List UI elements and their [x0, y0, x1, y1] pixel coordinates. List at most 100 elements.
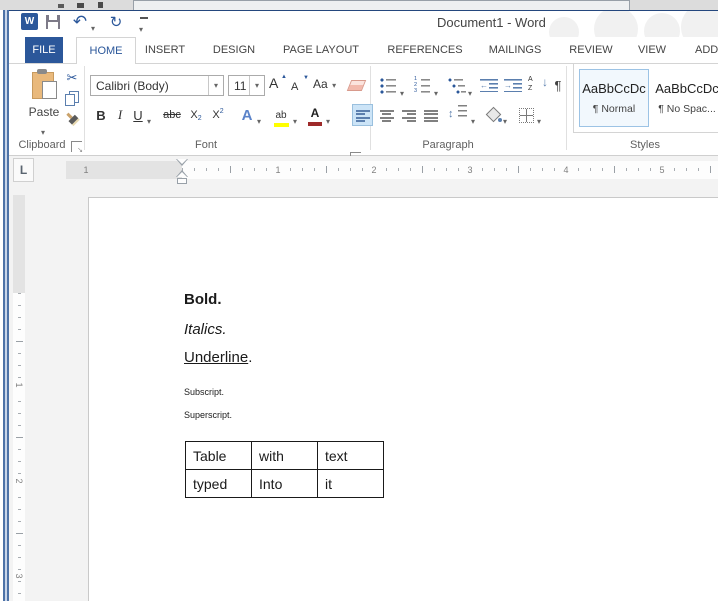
borders-caret[interactable] [537, 111, 541, 129]
tab-mailings[interactable]: MAILINGS [489, 44, 542, 56]
tab-page-layout[interactable]: PAGE LAYOUT [283, 44, 359, 56]
tab-view[interactable]: VIEW [638, 44, 666, 56]
highlight-caret[interactable] [293, 111, 297, 129]
qat-customize-button[interactable] [138, 15, 150, 29]
shrink-font-button[interactable]: A ▼ [291, 77, 309, 96]
multilevel-list-button[interactable] [448, 77, 468, 96]
bold-button[interactable]: B [92, 104, 110, 126]
increase-indent-button[interactable] [504, 79, 524, 95]
titlebar-cloud-decoration [681, 11, 718, 37]
table-cell[interactable]: typed [186, 470, 252, 498]
bullets-caret[interactable] [400, 83, 404, 101]
paragraph-bold[interactable]: Bold. [184, 291, 222, 308]
grow-font-button[interactable]: A ▲ [269, 75, 287, 96]
font-name-caret[interactable] [208, 76, 223, 95]
shading-drop-icon [498, 118, 502, 122]
undo-icon: ↶ [73, 12, 87, 32]
document-table[interactable]: Table with text typed Into it [185, 441, 384, 498]
table-row: typed Into it [186, 470, 384, 498]
style-card-no-spacing[interactable]: AaBbCcDc ¶ No Spac... [652, 69, 718, 127]
align-center-button[interactable] [376, 104, 397, 126]
tab-file[interactable]: FILE [25, 37, 63, 63]
table-cell[interactable]: text [318, 442, 384, 470]
vertical-ruler[interactable]: 1 2 3 [13, 195, 25, 601]
word-logo-icon[interactable]: W [21, 13, 38, 30]
numbering-button[interactable] [414, 77, 434, 96]
shading-caret[interactable] [503, 111, 507, 129]
font-color-caret[interactable] [326, 111, 330, 129]
justify-button[interactable] [420, 104, 441, 126]
ruler-number: 1 [81, 161, 91, 179]
cut-button[interactable]: ✂ [62, 69, 82, 87]
font-name-value: Calibri (Body) [91, 79, 208, 93]
highlight-color-button[interactable]: ab [270, 105, 292, 125]
font-size-value: 11 [229, 79, 249, 93]
format-painter-button[interactable] [63, 110, 81, 128]
tab-home[interactable]: HOME [76, 37, 136, 63]
tab-add-ins[interactable]: ADD [695, 44, 718, 56]
numbering-caret[interactable] [434, 83, 438, 101]
underline-button[interactable]: U [130, 104, 146, 126]
table-cell[interactable]: it [318, 470, 384, 498]
undo-button[interactable]: ↶ [70, 11, 90, 33]
horizontal-ruler[interactable]: 1 1 2 3 4 5 [66, 161, 718, 179]
paragraph-italic[interactable]: Italics. [184, 321, 227, 338]
ruler-number: 3 [465, 161, 475, 179]
redo-button[interactable]: ↻ [106, 11, 126, 33]
paste-button[interactable]: Paste [24, 66, 64, 136]
table-cell[interactable]: Into [252, 470, 318, 498]
line-spacing-button[interactable]: ↕ [448, 104, 472, 126]
grow-font-arrow: ▲ [281, 74, 287, 80]
borders-button[interactable] [517, 105, 535, 125]
superscript-button[interactable]: X2 [208, 104, 228, 126]
clear-formatting-button[interactable] [346, 76, 366, 95]
table-cell[interactable]: Table [186, 442, 252, 470]
paragraph-superscript[interactable]: Superscript. [184, 410, 232, 420]
show-formatting-marks-button[interactable]: ¶ [550, 75, 566, 96]
font-name-combo[interactable]: Calibri (Body) [90, 75, 224, 96]
undo-dropdown[interactable] [91, 18, 95, 36]
font-size-caret[interactable] [249, 76, 264, 95]
ruler-number: 1 [273, 161, 283, 179]
left-indent-marker[interactable] [177, 178, 187, 184]
tab-review[interactable]: REVIEW [569, 44, 612, 56]
tab-insert[interactable]: INSERT [145, 44, 185, 56]
tab-references[interactable]: REFERENCES [387, 44, 462, 56]
paragraph-subscript[interactable]: Subscript. [184, 387, 224, 397]
font-color-button[interactable]: A [306, 104, 324, 125]
bullets-button[interactable] [380, 77, 400, 96]
clipboard-dialog-launcher[interactable] [71, 141, 82, 152]
grow-font-icon: A [269, 75, 278, 91]
multilevel-list-caret[interactable] [468, 83, 472, 101]
align-center-icon [380, 109, 394, 122]
align-right-button[interactable] [398, 104, 419, 126]
decrease-indent-button[interactable] [480, 79, 500, 95]
multilevel-list-icon [448, 77, 466, 94]
underline-caret[interactable] [147, 111, 151, 129]
tab-design[interactable]: DESIGN [213, 44, 255, 56]
italic-icon: I [118, 107, 122, 123]
align-left-button[interactable] [352, 104, 373, 126]
clipboard-group-label: Clipboard [14, 139, 70, 151]
redo-icon: ↻ [110, 13, 123, 31]
font-size-combo[interactable]: 11 [228, 75, 265, 96]
shading-button[interactable] [484, 106, 502, 124]
text-effects-button[interactable]: A [238, 104, 256, 126]
subscript-button[interactable]: X2 [186, 104, 206, 126]
italic-button[interactable]: I [112, 104, 128, 126]
sort-icon-letters: AZ [528, 75, 533, 93]
background-text-remnant [98, 2, 103, 8]
sort-button[interactable]: AZ ↓ [528, 75, 548, 96]
style-card-normal[interactable]: AaBbCcDc ¶ Normal [579, 69, 649, 127]
underline-period: . [248, 349, 252, 366]
paragraph-underline[interactable]: Underline. [184, 349, 252, 366]
change-case-button[interactable]: Aa [313, 75, 341, 96]
tab-stop-selector[interactable]: L [13, 158, 34, 182]
line-spacing-caret[interactable] [471, 111, 475, 129]
table-cell[interactable]: with [252, 442, 318, 470]
strikethrough-button[interactable]: abc [160, 104, 184, 126]
text-effects-caret[interactable] [257, 111, 261, 129]
copy-button[interactable] [64, 91, 82, 107]
document-page[interactable]: Bold. Italics. Underline. Subscript. Sup… [88, 197, 718, 601]
save-button[interactable] [46, 15, 60, 29]
